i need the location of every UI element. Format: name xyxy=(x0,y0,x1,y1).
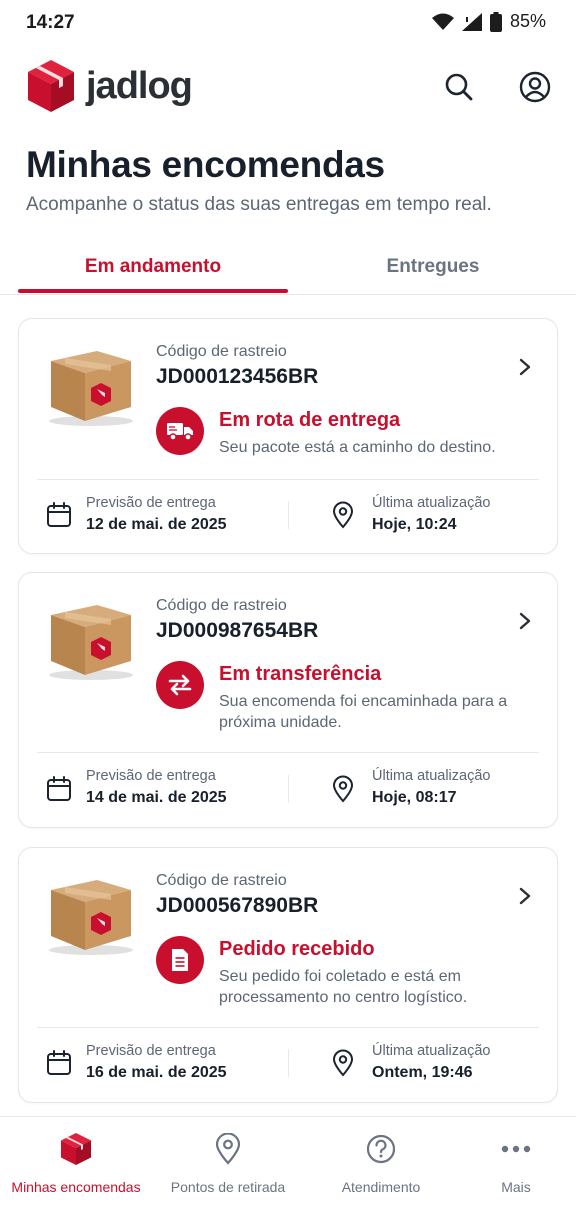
location-pin-icon xyxy=(332,775,354,803)
page-title: Minhas encomendas xyxy=(26,144,385,185)
jadlog-logo-mark xyxy=(28,60,74,112)
help-icon xyxy=(366,1134,396,1164)
location-pin-icon xyxy=(215,1133,241,1165)
nav-minhas-encomendas[interactable]: Minhas encomendas xyxy=(1,1131,151,1195)
status-description: Seu pacote está a caminho do destino. xyxy=(219,439,496,456)
calendar-icon xyxy=(47,1050,71,1075)
nav-mais[interactable]: Mais xyxy=(441,1131,576,1195)
status-badge xyxy=(156,661,204,709)
chevron-right-icon[interactable] xyxy=(517,886,533,906)
chevron-right-icon[interactable] xyxy=(517,357,533,377)
status-time: 14:27 xyxy=(26,12,75,33)
last-update-value: Hoje, 08:17 xyxy=(372,789,457,806)
card-divider xyxy=(37,752,539,753)
jadlog-logo: jadlog xyxy=(26,58,193,114)
box-icon xyxy=(61,1133,91,1165)
meta-separator xyxy=(288,501,289,529)
card-divider xyxy=(37,479,539,480)
status-description: Sua encomenda foi encaminhada para a pró… xyxy=(219,693,508,731)
calendar-icon xyxy=(47,502,71,527)
transfer-icon xyxy=(168,674,192,696)
nav-label: Atendimento xyxy=(341,1179,421,1195)
eta-value: 14 de mai. de 2025 xyxy=(86,789,227,806)
card-divider xyxy=(37,1027,539,1028)
nav-pontos-de-retirada[interactable]: Pontos de retirada xyxy=(153,1131,303,1195)
last-update-value: Hoje, 10:24 xyxy=(372,516,457,533)
status-icons: 85% xyxy=(431,11,546,32)
search-button[interactable] xyxy=(442,70,476,104)
eta-value: 16 de mai. de 2025 xyxy=(86,1064,227,1081)
status-badge xyxy=(156,936,204,984)
tracking-code-label: Código de rastreio xyxy=(156,872,287,889)
eta-label: Previsão de entrega xyxy=(86,495,216,511)
battery-icon xyxy=(489,11,502,32)
tracking-code: JD000567890BR xyxy=(156,894,319,917)
status-title: Pedido recebido xyxy=(219,938,375,960)
status-bar: 14:27 85% xyxy=(0,0,576,46)
status-title: Em transferência xyxy=(219,663,382,685)
last-update-label: Última atualização xyxy=(372,495,491,511)
location-pin-icon xyxy=(332,501,354,529)
nav-label: Pontos de retirada xyxy=(170,1179,286,1195)
shipment-card[interactable]: Código de rastreio JD000123456BR Em rota… xyxy=(18,318,558,554)
status-badge xyxy=(156,407,204,455)
package-image xyxy=(49,880,133,955)
truck-icon xyxy=(167,423,193,441)
search-icon xyxy=(445,73,473,101)
chevron-right-icon[interactable] xyxy=(517,611,533,631)
battery-level: 85% xyxy=(509,11,546,31)
last-update-label: Última atualização xyxy=(372,768,491,784)
brand-name: jadlog xyxy=(86,64,193,107)
nav-label: Mais xyxy=(501,1179,531,1195)
tracking-code-label: Código de rastreio xyxy=(156,343,287,360)
eta-label: Previsão de entrega xyxy=(86,768,216,784)
tracking-code-label: Código de rastreio xyxy=(156,597,287,614)
status-description: Seu pedido foi coletado e está em proces… xyxy=(219,968,468,1006)
package-image xyxy=(49,605,133,680)
page-subtitle: Acompanhe o status das suas entregas em … xyxy=(26,194,492,215)
location-pin-icon xyxy=(332,1049,354,1077)
account-icon xyxy=(519,71,551,103)
tab-bar: Em andamento Entregues xyxy=(0,244,576,295)
wifi-icon xyxy=(431,13,454,30)
app-header: jadlog xyxy=(0,56,576,120)
tab-active-indicator xyxy=(18,289,288,293)
account-button[interactable] xyxy=(518,70,552,104)
bottom-navigation: Minhas encomendas Pontos de retirada Ate… xyxy=(0,1116,576,1217)
tab-em-andamento[interactable]: Em andamento xyxy=(18,256,288,278)
last-update-value: Ontem, 19:46 xyxy=(372,1064,473,1081)
tab-entregues[interactable]: Entregues xyxy=(298,256,568,278)
meta-separator xyxy=(288,775,289,803)
package-image xyxy=(49,351,133,426)
eta-label: Previsão de entrega xyxy=(86,1043,216,1059)
nav-atendimento[interactable]: Atendimento xyxy=(306,1131,456,1195)
shipment-card[interactable]: Código de rastreio JD000987654BR Em tran… xyxy=(18,572,558,828)
shipment-card[interactable]: Código de rastreio JD000567890BR Pedido … xyxy=(18,847,558,1103)
nav-label: Minhas encomendas xyxy=(11,1179,141,1195)
tracking-code: JD000987654BR xyxy=(156,619,319,642)
document-icon xyxy=(172,949,188,971)
last-update-label: Última atualização xyxy=(372,1043,491,1059)
more-icon xyxy=(501,1145,531,1153)
eta-value: 12 de mai. de 2025 xyxy=(86,516,227,533)
meta-separator xyxy=(288,1049,289,1077)
status-title: Em rota de entrega xyxy=(219,409,401,431)
calendar-icon xyxy=(47,776,71,801)
tracking-code: JD000123456BR xyxy=(156,365,319,388)
signal-icon xyxy=(461,12,482,31)
